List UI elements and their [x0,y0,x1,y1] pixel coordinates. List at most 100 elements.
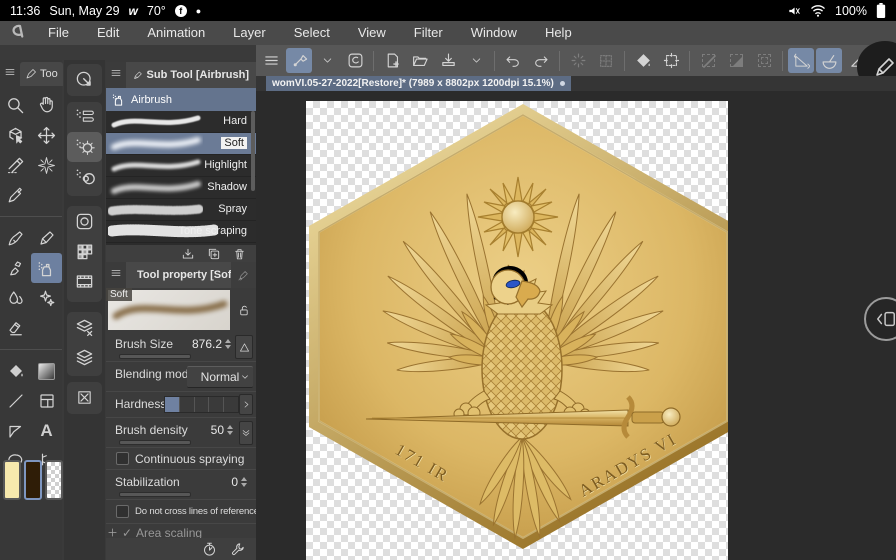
layer-property-palette-icon[interactable] [67,312,102,342]
sub-tool-item-shadow[interactable]: Shadow [106,177,256,199]
tool-selection[interactable] [0,150,31,180]
color-set-palette-icon[interactable] [67,236,102,266]
sub-tool-item-hard[interactable]: Hard [106,111,256,133]
tool-gradient[interactable] [31,356,62,386]
brush-size-spinner[interactable] [224,339,232,349]
tool-eyedropper[interactable] [0,180,31,210]
undo-icon[interactable] [500,48,526,73]
brush-density-slider[interactable] [119,440,191,445]
clip-studio-logo-icon[interactable] [0,23,34,44]
tool-palette-menu-icon[interactable] [0,65,20,83]
expand-palette-button[interactable] [864,297,896,341]
tool-pencil[interactable] [31,223,62,253]
navigator-palette-icon[interactable] [67,206,102,236]
tool-property-menu-icon[interactable] [106,266,126,284]
brush-size-palette-icon[interactable] [67,162,102,192]
sub-tool-item-running-color-spray[interactable]: Running color spray [106,243,256,245]
clip-studio-open-icon[interactable] [342,48,368,73]
main-color-swatch[interactable] [3,460,21,500]
menu-select[interactable]: Select [280,21,344,45]
brush-density-expand-button[interactable] [239,421,253,445]
gesture-dropdown-icon[interactable] [314,48,340,73]
tool-decoration[interactable] [31,283,62,313]
brush-size-value[interactable]: 876.2 [192,337,222,351]
redo-icon[interactable] [528,48,554,73]
hardness-segments[interactable] [164,396,239,413]
tool-property-palette-icon[interactable] [67,132,102,162]
reset-defaults-icon[interactable] [202,542,217,557]
menu-animation[interactable]: Animation [133,21,219,45]
panel-resize-handle-icon[interactable] [107,527,118,538]
timeline-palette-icon[interactable] [67,266,102,296]
sub-tool-group-airbrush[interactable]: Airbrush [106,88,256,111]
quick-access-palette-icon[interactable] [67,64,102,94]
sub-color-swatch[interactable] [24,460,42,500]
sub-tool-item-tone-scraping[interactable]: Tone scraping [106,221,256,243]
sub-tool-item-soft[interactable]: Soft [106,133,256,155]
brush-density-spinner[interactable] [226,425,234,435]
save-export-icon[interactable] [435,48,461,73]
unlock-icon[interactable] [238,304,251,317]
new-document-icon[interactable] [379,48,405,73]
hardness-expand-button[interactable] [239,394,253,415]
document-page[interactable]: 171 IR 171 IR ARADYS VI ARADYS VI [306,101,728,560]
sub-tool-menu-icon[interactable] [106,66,126,84]
tool-fill[interactable] [0,356,31,386]
transparent-color-swatch[interactable] [45,460,63,500]
touch-gesture-icon[interactable] [286,48,312,73]
crop-canvas-icon[interactable] [658,48,684,73]
sub-tool-item-spray[interactable]: Spray [106,199,256,221]
tool-figure[interactable] [0,386,31,416]
layers-palette-icon[interactable] [67,342,102,372]
tab-tool[interactable]: Too [20,62,63,86]
document-tab[interactable]: womVI.05-27-2022[Restore]* (7989 x 8802p… [266,76,571,91]
save-dropdown-icon[interactable] [463,48,489,73]
tool-airbrush[interactable] [31,253,62,283]
wrench-settings-icon[interactable] [231,542,246,557]
fill-icon[interactable] [630,48,656,73]
add-sub-tool-icon[interactable] [207,247,221,261]
tool-operation[interactable] [0,120,31,150]
canvas-viewport[interactable]: 171 IR 171 IR ARADYS VI ARADYS VI [256,91,896,560]
brush-size-options-button[interactable] [235,335,253,359]
brush-size-slider[interactable] [119,354,191,359]
tool-move[interactable] [31,120,62,150]
menu-help[interactable]: Help [531,21,586,45]
tool-hand[interactable] [31,90,62,120]
delete-sub-tool-icon[interactable] [233,247,246,261]
tool-marker[interactable] [0,253,31,283]
continuous-spraying-checkbox[interactable] [116,452,129,465]
stabilization-slider[interactable] [119,492,191,497]
snap-to-special-ruler-icon[interactable] [816,48,842,73]
stabilization-spinner[interactable] [240,477,248,487]
menu-file[interactable]: File [34,21,83,45]
document-tab-close-icon[interactable] [560,81,565,86]
menu-layer[interactable]: Layer [219,21,280,45]
tool-auto-select[interactable] [31,150,62,180]
menu-window[interactable]: Window [457,21,531,45]
tool-pen[interactable] [0,223,31,253]
menu-filter[interactable]: Filter [400,21,457,45]
brush-density-value[interactable]: 50 [211,423,224,437]
blending-mode-dropdown[interactable]: Normal [187,366,253,388]
tab-sub-tool[interactable]: Sub Tool [Airbrush] [126,62,256,88]
tab-brush-detail[interactable] [231,262,256,288]
tool-text[interactable]: A [31,416,62,446]
toolbar-menu-icon[interactable] [258,48,284,73]
tab-tool-property[interactable]: Tool property [Sof [126,262,231,288]
sub-tool-item-highlight[interactable]: Highlight [106,155,256,177]
import-sub-tool-icon[interactable] [181,247,195,261]
tool-polyline[interactable] [0,416,31,446]
no-cross-reference-checkbox[interactable] [116,505,129,518]
tool-frame-border[interactable] [31,386,62,416]
tool-eraser[interactable] [0,313,31,343]
open-file-icon[interactable] [407,48,433,73]
tool-zoom[interactable] [0,90,31,120]
sub-tool-scrollbar[interactable] [251,111,255,191]
close-palette-icon[interactable] [67,382,102,412]
snap-to-ruler-icon[interactable] [788,48,814,73]
menu-edit[interactable]: Edit [83,21,133,45]
tool-blend[interactable] [0,283,31,313]
menu-view[interactable]: View [344,21,400,45]
stabilization-value[interactable]: 0 [231,475,238,489]
